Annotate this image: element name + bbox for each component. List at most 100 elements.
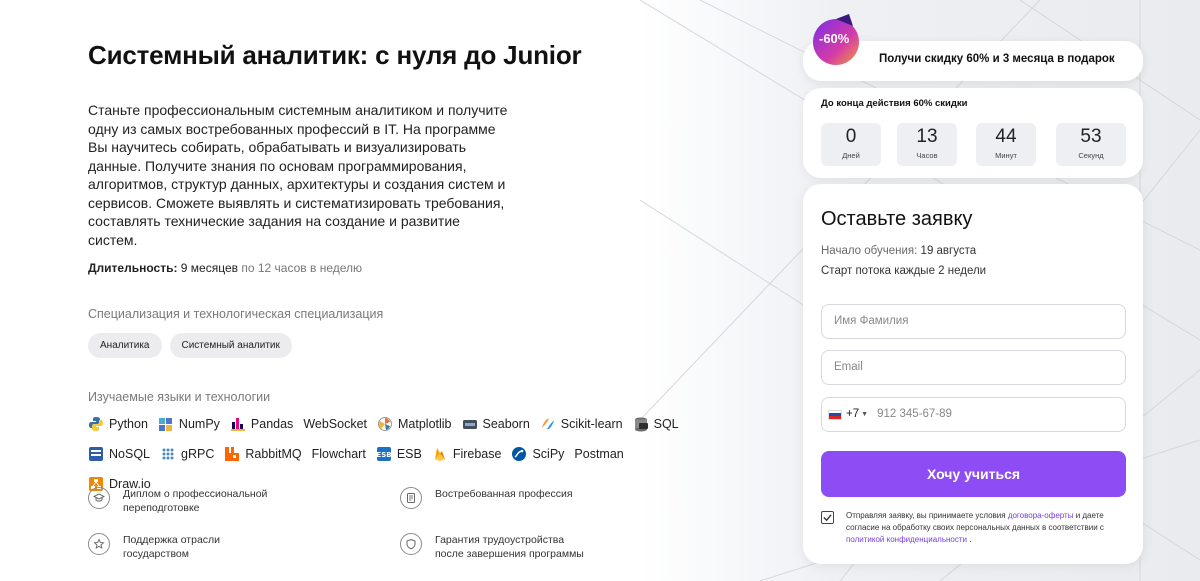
nosql-icon — [88, 446, 104, 462]
chevron-down-icon[interactable]: ▼ — [861, 398, 868, 431]
tech-rabbitmq: RabbitMQ — [224, 444, 302, 464]
start-date: Начало обучения: 19 августа — [821, 245, 976, 257]
timer-unit: Часов — [916, 151, 938, 160]
tech-nosql: NoSQL — [88, 444, 150, 464]
feature-profession: Востребованная профессия — [400, 487, 660, 509]
scikit-learn-icon — [540, 416, 556, 432]
tech-label: Matplotlib — [398, 417, 452, 431]
privacy-policy-link[interactable]: политикой конфиденциальности — [846, 535, 967, 544]
timer-hours: 13 Часов — [897, 123, 957, 166]
tech-scikit-learn: Scikit-learn — [540, 414, 623, 434]
feature-text: Поддержка отрасли государством — [123, 534, 221, 560]
duration-suffix: по 12 часов в неделю — [241, 261, 363, 275]
timer-unit: Минут — [995, 151, 1017, 160]
timer-minutes: 44 Минут — [976, 123, 1036, 166]
consent-checkbox[interactable] — [821, 511, 834, 524]
feature-text: Востребованная профессия — [435, 488, 573, 500]
tech-label: ESB — [396, 447, 422, 461]
tech-label: SQL — [653, 417, 679, 431]
consent-text-part: Отправляя заявку, вы принимаете условия — [846, 511, 1008, 520]
python-icon — [88, 416, 104, 432]
countdown-timer: До конца действия 60% скидки 0 Дней 13 Ч… — [803, 88, 1143, 178]
discount-badge-text: -60% — [819, 31, 850, 46]
tech-esb: ESB ESB — [376, 444, 422, 464]
feature-diploma: Диплом о профессиональной переподготовке — [88, 487, 348, 515]
chip-analytics[interactable]: Аналитика — [88, 333, 162, 358]
tech-label: gRPC — [181, 447, 215, 461]
tech-scipy: SciPy — [511, 444, 564, 464]
technologies-label: Изучаемые языки и технологии — [88, 390, 271, 404]
shield-icon — [400, 533, 422, 555]
timer-value: 44 — [995, 126, 1017, 147]
consent-block: Отправляя заявку, вы принимаете условия … — [821, 510, 1126, 546]
form-title: Оставьте заявку — [821, 208, 973, 230]
page-title: Системный аналитик: с нуля до Junior — [88, 40, 582, 70]
tech-label: Scikit-learn — [560, 417, 623, 431]
specialization-label: Специализация и технологическая специали… — [88, 307, 384, 321]
tech-label: Postman — [574, 447, 624, 461]
timer-value: 13 — [916, 126, 938, 147]
scipy-icon — [511, 446, 527, 462]
promo-text: Получи скидку 60% и 3 месяца в подарок — [879, 53, 1115, 65]
timer-seconds: 53 Секунд — [1056, 123, 1126, 166]
timer-value: 0 — [845, 126, 857, 147]
tech-firebase: Firebase — [432, 444, 502, 464]
offer-agreement-link[interactable]: договора-оферты — [1008, 511, 1074, 520]
chip-system-analyst[interactable]: Системный аналитик — [169, 333, 292, 358]
feature-employment: Гарантия трудоустройства после завершени… — [400, 533, 660, 561]
tech-label: SciPy — [532, 447, 565, 461]
feature-text: Диплом о профессиональной переподготовке — [123, 488, 268, 514]
submit-button[interactable]: Хочу учиться — [821, 451, 1126, 497]
firebase-icon — [432, 446, 448, 462]
technologies-list: Python NumPy Pandas WebSocket Matplotlib… — [88, 414, 688, 494]
russia-flag-icon[interactable] — [828, 409, 842, 420]
tech-label: Pandas — [250, 417, 294, 431]
email-input[interactable]: Email — [821, 350, 1126, 385]
tech-matplotlib: Matplotlib — [377, 414, 452, 434]
checkmark-icon — [823, 514, 832, 522]
phone-input[interactable]: +7 ▼ 912 345-67-89 — [821, 397, 1126, 432]
start-date-value: 19 августа — [920, 245, 977, 257]
numpy-icon — [158, 416, 174, 432]
seaborn-icon — [462, 416, 478, 432]
consent-text: Отправляя заявку, вы принимаете условия … — [846, 510, 1126, 546]
pandas-icon — [230, 416, 246, 432]
tech-sql: SQL — [633, 414, 679, 434]
document-icon — [400, 487, 422, 509]
tech-label: WebSocket — [303, 417, 368, 431]
tech-postman: Postman — [574, 444, 623, 464]
tech-label: Flowchart — [311, 447, 366, 461]
start-date-label: Начало обучения: — [821, 245, 918, 257]
duration-value: 9 месяцев — [180, 261, 239, 275]
grpc-icon — [160, 446, 176, 462]
feature-text: Гарантия трудоустройства после завершени… — [435, 534, 584, 560]
tech-websocket: WebSocket — [303, 414, 367, 434]
specialization-chips: Аналитика Системный аналитик — [88, 333, 628, 358]
star-icon — [88, 533, 110, 555]
timer-value: 53 — [1080, 126, 1102, 147]
tech-flowchart: Flowchart — [312, 444, 366, 464]
stream-info: Старт потока каждые 2 недели — [821, 265, 987, 277]
feature-state-support: Поддержка отрасли государством — [88, 533, 348, 561]
tech-label: Seaborn — [482, 417, 530, 431]
tech-pandas: Pandas — [230, 414, 293, 434]
application-form: Оставьте заявку Начало обучения: 19 авгу… — [803, 184, 1143, 564]
tech-label: RabbitMQ — [245, 447, 302, 461]
timer-label: До конца действия 60% скидки — [821, 98, 968, 109]
tech-label: Firebase — [452, 447, 502, 461]
svg-text:ESB: ESB — [376, 451, 391, 459]
rabbitmq-icon — [224, 446, 240, 462]
timer-unit: Дней — [842, 151, 860, 160]
timer-unit: Секунд — [1078, 151, 1104, 160]
esb-icon: ESB — [376, 446, 392, 462]
duration-label: Длительность: — [88, 261, 178, 275]
tech-label: NoSQL — [109, 447, 150, 461]
name-input[interactable]: Имя Фамилия — [821, 304, 1126, 339]
tech-python: Python — [88, 414, 148, 434]
course-duration: Длительность: 9 месяцев по 12 часов в не… — [88, 261, 628, 275]
tech-label: Python — [109, 417, 148, 431]
phone-placeholder: 912 345-67-89 — [877, 408, 952, 420]
phone-country-code[interactable]: +7 — [846, 398, 859, 431]
timer-days: 0 Дней — [821, 123, 881, 166]
course-info: Системный аналитик: с нуля до Junior Ста… — [88, 40, 679, 494]
